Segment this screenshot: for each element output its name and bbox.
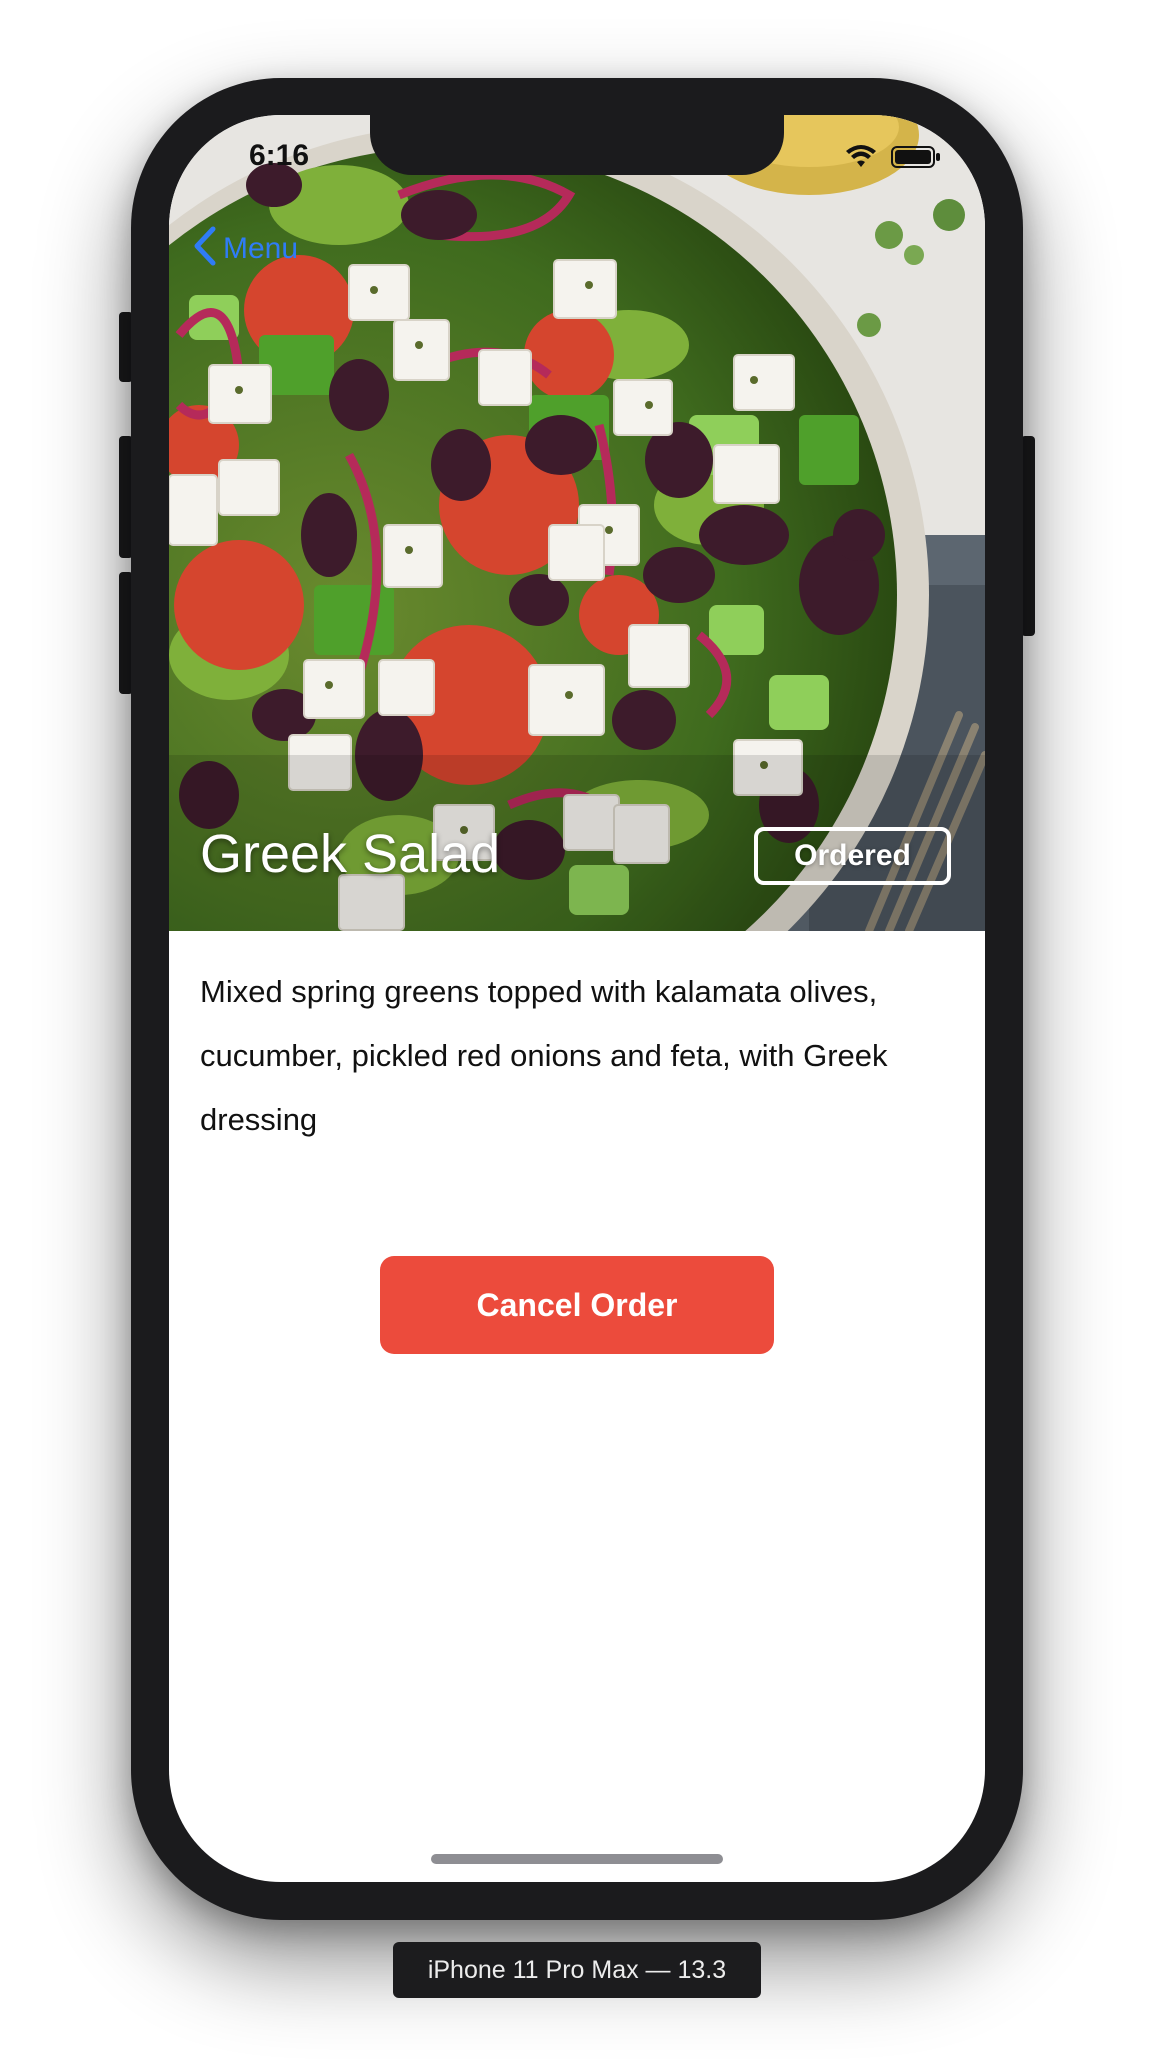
dish-description: Mixed spring greens topped with kalamata… <box>200 974 888 1137</box>
phone-screen: 6:16 Menu Greek Salad Ordered Mixed spri… <box>169 115 985 1882</box>
cancel-order-button[interactable]: Cancel Order <box>380 1256 774 1354</box>
back-button[interactable]: Menu <box>193 225 298 272</box>
device-label: iPhone 11 Pro Max — 13.3 <box>393 1942 761 1998</box>
status-icons <box>845 145 941 174</box>
battery-icon <box>891 145 941 174</box>
simulator-stage: 6:16 Menu Greek Salad Ordered Mixed spri… <box>0 0 1154 2070</box>
home-indicator[interactable] <box>431 1854 723 1864</box>
power-button <box>1021 436 1035 636</box>
notch <box>370 115 784 175</box>
back-label: Menu <box>223 231 299 265</box>
wifi-icon <box>845 145 877 174</box>
status-time: 6:16 <box>249 139 310 172</box>
chevron-left-icon <box>193 225 217 272</box>
dish-title: Greek Salad <box>200 824 501 884</box>
order-status-badge: Ordered <box>754 827 951 885</box>
